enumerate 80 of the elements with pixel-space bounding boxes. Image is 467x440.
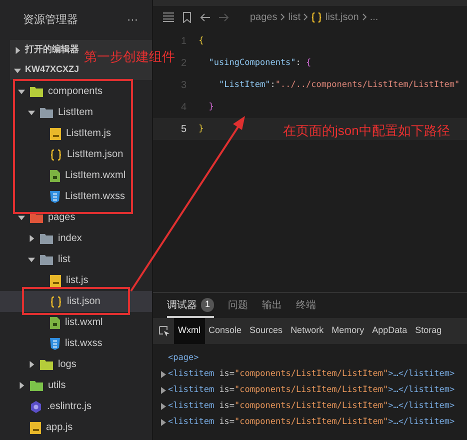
- file-row[interactable]: list.js: [0, 270, 152, 291]
- file-row[interactable]: list.json: [0, 291, 152, 312]
- code-text: {: [198, 34, 204, 48]
- panel-title: 资源管理器: [23, 12, 78, 28]
- expanded-caret-icon[interactable]: [18, 88, 25, 95]
- section-header[interactable]: 打开的编辑器: [10, 40, 80, 60]
- back-arrow-icon[interactable]: [200, 12, 210, 22]
- bookmark-icon[interactable]: [183, 12, 191, 22]
- dom-node[interactable]: <page>: [168, 352, 199, 364]
- document-icon: [50, 316, 60, 328]
- breadcrumb-item[interactable]: ...: [370, 10, 378, 24]
- stylesheet-icon: [50, 190, 60, 202]
- dom-node[interactable]: <listitem is="components/ListItem/ListItem">…</listitem>: [168, 400, 455, 412]
- devtools-tab[interactable]: Wxml: [174, 318, 204, 344]
- expand-caret-icon[interactable]: [161, 386, 166, 394]
- devtools-tab[interactable]: Memory: [328, 318, 368, 344]
- expand-caret-icon[interactable]: [161, 402, 166, 410]
- expand-caret-icon[interactable]: [161, 418, 166, 426]
- braces-icon: [311, 12, 322, 22]
- code-text: }: [208, 100, 214, 114]
- line-number: 5: [181, 122, 187, 136]
- js-file-icon: [30, 422, 41, 434]
- js-file-icon: [50, 274, 61, 286]
- more-button[interactable]: ···: [127, 12, 138, 28]
- section-header[interactable]: KW47XCXZJ: [10, 60, 80, 80]
- breadcrumb-item[interactable]: pages: [250, 10, 278, 24]
- expanded-caret-icon[interactable]: [18, 214, 25, 221]
- folder-row[interactable]: list: [0, 249, 152, 270]
- collapsed-caret-icon[interactable]: [18, 382, 25, 389]
- dom-node[interactable]: <listitem is="components/ListItem/ListItem">…</listitem>: [168, 384, 455, 396]
- file-row[interactable]: list.wxml: [0, 312, 152, 333]
- panel-tab[interactable]: 输出: [262, 294, 282, 318]
- folder-row[interactable]: index: [0, 228, 152, 249]
- dom-node[interactable]: <listitem is="components/ListItem/ListItem">…</listitem>: [168, 416, 455, 428]
- expanded-caret-icon[interactable]: [14, 66, 21, 74]
- devtools-tab[interactable]: Console: [204, 318, 246, 344]
- expand-caret-icon[interactable]: [161, 370, 166, 378]
- list-icon[interactable]: [163, 12, 174, 22]
- braces-icon: [50, 148, 62, 160]
- devtools-tab[interactable]: Storag: [411, 318, 446, 344]
- chevron-right-icon: [280, 13, 286, 21]
- breadcrumb-item[interactable]: list: [288, 10, 300, 24]
- chevron-right-icon: [303, 13, 308, 21]
- hexagon-icon: [30, 400, 42, 412]
- code-text: "usingComponents": {: [208, 56, 312, 70]
- count-badge: 1: [201, 298, 214, 312]
- folder-row[interactable]: logs: [0, 354, 152, 375]
- expanded-caret-icon[interactable]: [28, 256, 35, 263]
- dom-node[interactable]: <listitem is="components/ListItem/ListItem">…</listitem>: [168, 368, 455, 380]
- collapsed-caret-icon[interactable]: [28, 361, 35, 368]
- braces-icon: [50, 296, 62, 308]
- stylesheet-icon: [50, 338, 60, 350]
- file-row[interactable]: ListItem.wxml: [0, 165, 152, 186]
- file-row[interactable]: .eslintrc.js: [0, 396, 152, 417]
- file-row[interactable]: ListItem.json: [0, 144, 152, 165]
- folder-row[interactable]: components: [0, 81, 152, 102]
- annotation-text: 在页面的json中配置如下路径: [283, 122, 450, 140]
- collapsed-caret-icon[interactable]: [28, 235, 35, 242]
- file-row[interactable]: list.wxss: [0, 333, 152, 354]
- annotation-text: 第一步创建组件: [84, 48, 175, 66]
- code-text: "ListItem":"../../components/ListItem/ListItem": [218, 78, 460, 92]
- folder-row[interactable]: ListItem: [0, 102, 152, 123]
- collapsed-caret-icon[interactable]: [14, 46, 21, 54]
- file-row[interactable]: ListItem.js: [0, 123, 152, 144]
- document-icon: [50, 170, 60, 182]
- panel-tab[interactable]: 问题: [228, 294, 248, 318]
- devtools-tab[interactable]: Sources: [246, 318, 287, 344]
- folder-row[interactable]: utils: [0, 375, 152, 396]
- expanded-caret-icon[interactable]: [28, 109, 35, 116]
- file-row[interactable]: app.js: [0, 417, 152, 438]
- devtools-tab[interactable]: Network: [286, 318, 328, 344]
- panel-tab[interactable]: 终端: [296, 294, 316, 318]
- breadcrumb-item[interactable]: list.json: [325, 10, 359, 24]
- js-file-icon: [50, 128, 61, 140]
- code-text: }: [198, 122, 204, 136]
- file-row[interactable]: ListItem.wxss: [0, 186, 152, 207]
- folder-row[interactable]: pages: [0, 207, 152, 228]
- inspect-icon[interactable]: [159, 326, 170, 336]
- chevron-right-icon: [362, 13, 367, 21]
- devtools-tab[interactable]: AppData: [368, 318, 412, 344]
